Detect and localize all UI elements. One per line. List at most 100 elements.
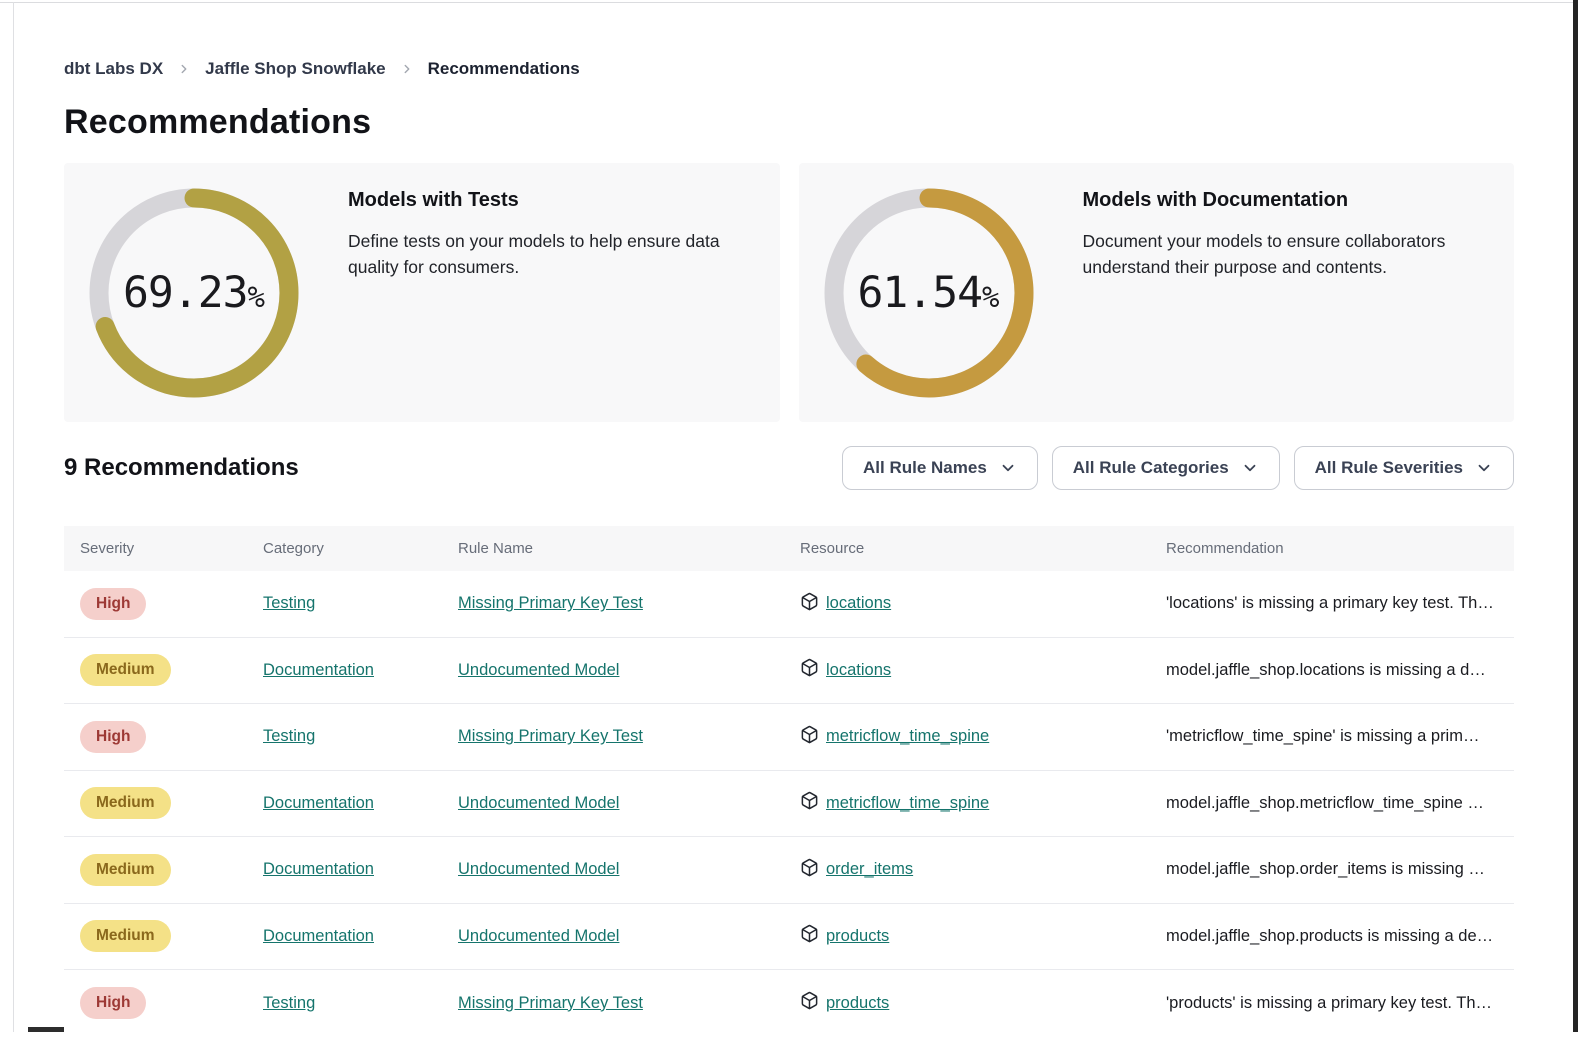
- percent-sign: %: [247, 280, 264, 314]
- recommendation-cell: 'metricflow_time_spine' is missing a pri…: [1166, 727, 1514, 746]
- resource-link[interactable]: locations: [826, 594, 891, 613]
- window-left-border: [13, 2, 14, 1032]
- column-header-severity: Severity: [80, 540, 263, 557]
- recommendation-text: model.jaffle_shop.locations is missing a…: [1166, 661, 1486, 679]
- category-cell: Documentation: [263, 927, 458, 946]
- resource-cell: products: [800, 924, 1166, 948]
- rule-name-link[interactable]: Undocumented Model: [458, 927, 619, 945]
- resource-cell: locations: [800, 592, 1166, 616]
- category-cell: Testing: [263, 994, 458, 1013]
- recommendations-list-header: 9 Recommendations All Rule Names All Rul…: [64, 446, 1514, 490]
- severity-cell: High: [80, 721, 263, 753]
- column-header-recommendation: Recommendation: [1166, 540, 1514, 557]
- table-row: High Testing Missing Primary Key Test pr…: [64, 970, 1514, 1037]
- resource-link[interactable]: products: [826, 994, 889, 1013]
- rule-name-link[interactable]: Undocumented Model: [458, 661, 619, 679]
- rule-name-cell: Missing Primary Key Test: [458, 994, 800, 1013]
- category-cell: Documentation: [263, 661, 458, 680]
- card-description: Document your models to ensure collabora…: [1083, 228, 1491, 281]
- recommendation-text: model.jaffle_shop.products is missing a …: [1166, 927, 1493, 945]
- breadcrumb-item-dbt-labs-dx[interactable]: dbt Labs DX: [64, 59, 163, 79]
- rule-name-link[interactable]: Undocumented Model: [458, 794, 619, 812]
- rule-name-cell: Missing Primary Key Test: [458, 594, 800, 613]
- percent-value: 61.54: [858, 268, 982, 318]
- package-cube-icon: [800, 924, 819, 948]
- category-cell: Documentation: [263, 794, 458, 813]
- rule-name-cell: Undocumented Model: [458, 661, 800, 680]
- recommendation-text: model.jaffle_shop.order_items is missing…: [1166, 860, 1485, 878]
- chevron-down-icon: [1475, 459, 1493, 477]
- recommendation-text: 'locations' is missing a primary key tes…: [1166, 594, 1494, 612]
- category-link[interactable]: Documentation: [263, 860, 374, 878]
- package-cube-icon: [800, 592, 819, 616]
- percent-sign: %: [982, 280, 999, 314]
- recommendation-text: model.jaffle_shop.metricflow_time_spine …: [1166, 794, 1484, 812]
- page-title: Recommendations: [64, 103, 1514, 142]
- category-link[interactable]: Testing: [263, 594, 315, 612]
- severity-cell: Medium: [80, 654, 263, 686]
- models-with-documentation-donut-chart: 61.54%: [823, 187, 1035, 399]
- resource-cell: metricflow_time_spine: [800, 725, 1166, 749]
- card-text: Models with Documentation Document your …: [1083, 163, 1491, 281]
- package-cube-icon: [800, 725, 819, 749]
- table-body: High Testing Missing Primary Key Test lo…: [64, 571, 1514, 1037]
- table-row: Medium Documentation Undocumented Model …: [64, 771, 1514, 838]
- recommendation-cell: 'locations' is missing a primary key tes…: [1166, 594, 1514, 613]
- stat-cards: 69.23% Models with Tests Define tests on…: [64, 163, 1514, 422]
- percent-value: 69.23: [123, 268, 247, 318]
- severity-badge: Medium: [80, 654, 171, 686]
- recommendation-text: 'metricflow_time_spine' is missing a pri…: [1166, 727, 1479, 745]
- resource-cell: order_items: [800, 858, 1166, 882]
- rule-name-cell: Undocumented Model: [458, 927, 800, 946]
- category-cell: Documentation: [263, 860, 458, 879]
- rule-name-link[interactable]: Undocumented Model: [458, 860, 619, 878]
- column-header-resource: Resource: [800, 540, 1166, 557]
- models-with-tests-card: 69.23% Models with Tests Define tests on…: [64, 163, 780, 422]
- category-link[interactable]: Documentation: [263, 661, 374, 679]
- column-header-rule-name: Rule Name: [458, 540, 800, 557]
- category-link[interactable]: Testing: [263, 727, 315, 745]
- category-link[interactable]: Testing: [263, 994, 315, 1012]
- models-with-tests-donut-chart: 69.23%: [88, 187, 300, 399]
- recommendation-cell: model.jaffle_shop.products is missing a …: [1166, 927, 1514, 946]
- package-cube-icon: [800, 858, 819, 882]
- rule-name-link[interactable]: Missing Primary Key Test: [458, 994, 643, 1012]
- rule-name-cell: Undocumented Model: [458, 794, 800, 813]
- rule-categories-filter-dropdown[interactable]: All Rule Categories: [1052, 446, 1280, 490]
- resource-link[interactable]: metricflow_time_spine: [826, 794, 989, 813]
- column-header-category: Category: [263, 540, 458, 557]
- category-cell: Testing: [263, 594, 458, 613]
- resource-link[interactable]: order_items: [826, 860, 913, 879]
- severity-badge: Medium: [80, 787, 171, 819]
- card-title: Models with Documentation: [1083, 189, 1491, 212]
- card-description: Define tests on your models to help ensu…: [348, 228, 756, 281]
- chevron-right-icon: [400, 62, 414, 76]
- filter-label: All Rule Categories: [1073, 458, 1229, 478]
- recommendations-table: Severity Category Rule Name Resource Rec…: [64, 526, 1514, 1037]
- filter-label: All Rule Names: [863, 458, 987, 478]
- rule-names-filter-dropdown[interactable]: All Rule Names: [842, 446, 1038, 490]
- donut-percent-label: 61.54%: [823, 187, 1035, 399]
- severity-cell: High: [80, 588, 263, 620]
- rule-name-link[interactable]: Missing Primary Key Test: [458, 594, 643, 612]
- package-cube-icon: [800, 991, 819, 1015]
- package-cube-icon: [800, 791, 819, 815]
- severity-badge: Medium: [80, 920, 171, 952]
- resource-link[interactable]: metricflow_time_spine: [826, 727, 989, 746]
- breadcrumb-item-jaffle-shop-snowflake[interactable]: Jaffle Shop Snowflake: [205, 59, 385, 79]
- resource-link[interactable]: locations: [826, 661, 891, 680]
- severity-cell: High: [80, 987, 263, 1019]
- rule-name-link[interactable]: Missing Primary Key Test: [458, 727, 643, 745]
- severity-badge: High: [80, 721, 146, 753]
- rule-name-cell: Undocumented Model: [458, 860, 800, 879]
- models-with-documentation-card: 61.54% Models with Documentation Documen…: [799, 163, 1515, 422]
- category-link[interactable]: Documentation: [263, 927, 374, 945]
- card-text: Models with Tests Define tests on your m…: [348, 163, 756, 281]
- main-content: dbt Labs DX Jaffle Shop Snowflake Recomm…: [64, 0, 1514, 1037]
- category-link[interactable]: Documentation: [263, 794, 374, 812]
- resource-cell: locations: [800, 658, 1166, 682]
- resource-link[interactable]: products: [826, 927, 889, 946]
- window-right-edge: [1573, 0, 1578, 1032]
- rule-severities-filter-dropdown[interactable]: All Rule Severities: [1294, 446, 1514, 490]
- table-row: High Testing Missing Primary Key Test lo…: [64, 571, 1514, 638]
